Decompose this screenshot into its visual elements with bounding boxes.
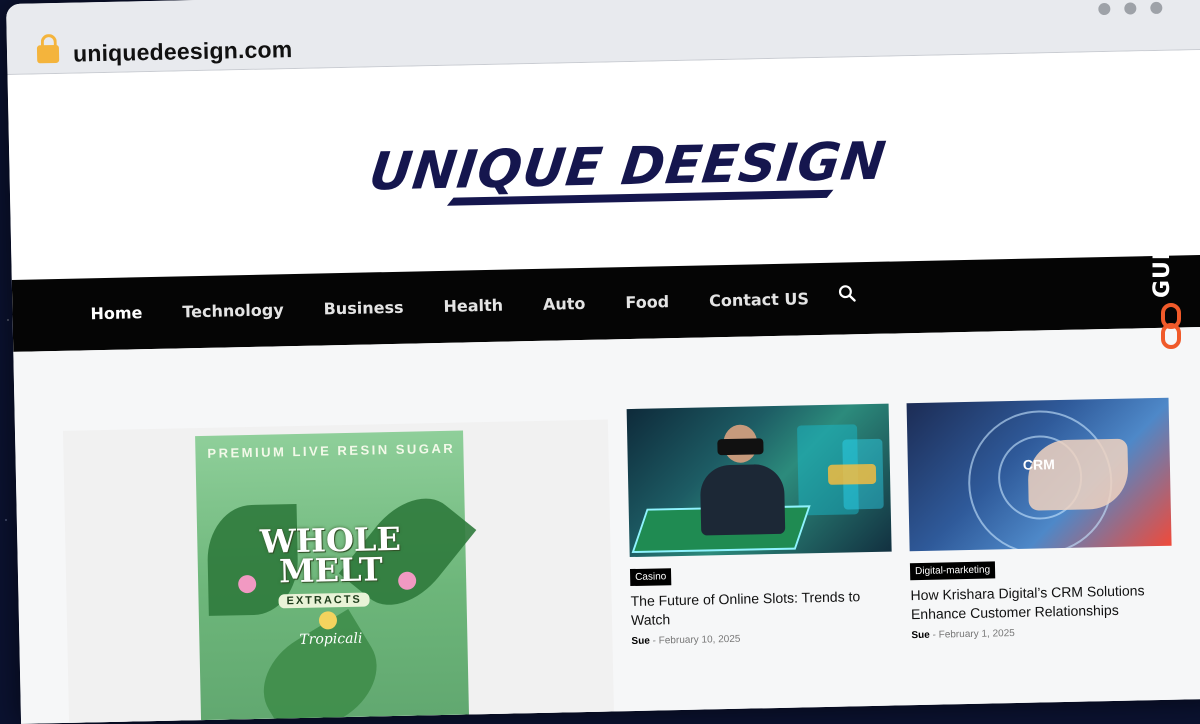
pack-sub-text: EXTRACTS — [278, 592, 370, 609]
nav-items: Home Technology Business Health Auto Foo… — [90, 288, 849, 323]
watermark-text: GUESTPOSTLINKS — [1150, 63, 1175, 298]
guestpostlinks-watermark: GUESTPOSTLINKS — [1150, 58, 1195, 358]
window-dot-icon[interactable] — [1150, 1, 1163, 15]
nav-item-auto[interactable]: Auto — [543, 294, 586, 314]
slot-sign-shape — [827, 463, 877, 485]
site-header: UNIQUE DEESIGN — [7, 49, 1200, 280]
article-thumbnail[interactable]: CRM — [906, 397, 1172, 552]
pack-brand-text: WHOLE MELT — [259, 519, 402, 591]
article-title[interactable]: The Future of Online Slots: Trends to Wa… — [630, 587, 893, 630]
vr-headset-shape — [717, 438, 764, 456]
hand-shape — [1027, 438, 1129, 511]
hero-article-image[interactable]: PREMIUM LIVE RESIN SUGAR WHOLE MELT EXTR… — [62, 419, 615, 724]
article-title[interactable]: How Krishara Digital’s CRM Solutions Enh… — [910, 581, 1173, 624]
pack-top-text: PREMIUM LIVE RESIN SUGAR — [207, 440, 456, 461]
article-thumbnail[interactable] — [626, 403, 892, 558]
article-author[interactable]: Sue — [631, 636, 650, 647]
window-controls — [1098, 1, 1163, 16]
article-date: February 10, 2025 — [658, 633, 741, 647]
article-meta: Sue - February 1, 2025 — [911, 625, 1173, 641]
category-badge[interactable]: Digital-marketing — [909, 561, 996, 581]
category-badge[interactable]: Casino — [629, 568, 672, 587]
nav-item-home[interactable]: Home — [90, 303, 142, 323]
article-date: February 1, 2025 — [938, 628, 1015, 641]
window-dot-icon[interactable] — [1098, 2, 1111, 16]
person-shape — [699, 463, 786, 536]
crm-image-label: CRM — [1022, 456, 1055, 473]
pack-script-text: Tropicali — [299, 630, 363, 648]
product-pack-image: PREMIUM LIVE RESIN SUGAR WHOLE MELT EXTR… — [195, 430, 477, 724]
nav-item-health[interactable]: Health — [443, 296, 503, 316]
article-card[interactable]: Casino The Future of Online Slots: Trend… — [626, 403, 894, 647]
article-meta: Sue - February 10, 2025 — [631, 631, 893, 647]
lock-icon — [36, 44, 60, 64]
search-icon[interactable] — [838, 284, 856, 302]
nav-item-contact-us[interactable]: Contact US — [709, 289, 809, 310]
window-dot-icon[interactable] — [1124, 2, 1137, 15]
link-icon — [1161, 303, 1181, 349]
url-text[interactable]: uniquedeesign.com — [73, 36, 293, 68]
browser-window: uniquedeesign.com UNIQUE DEESIGN Home Te… — [6, 0, 1200, 724]
nav-item-technology[interactable]: Technology — [182, 300, 284, 321]
content-area: PREMIUM LIVE RESIN SUGAR WHOLE MELT EXTR… — [13, 326, 1200, 724]
nav-item-business[interactable]: Business — [323, 298, 403, 319]
article-card[interactable]: CRM Digital-marketing How Krishara Digit… — [906, 397, 1174, 641]
nav-item-food[interactable]: Food — [625, 292, 669, 312]
article-author[interactable]: Sue — [911, 630, 930, 641]
